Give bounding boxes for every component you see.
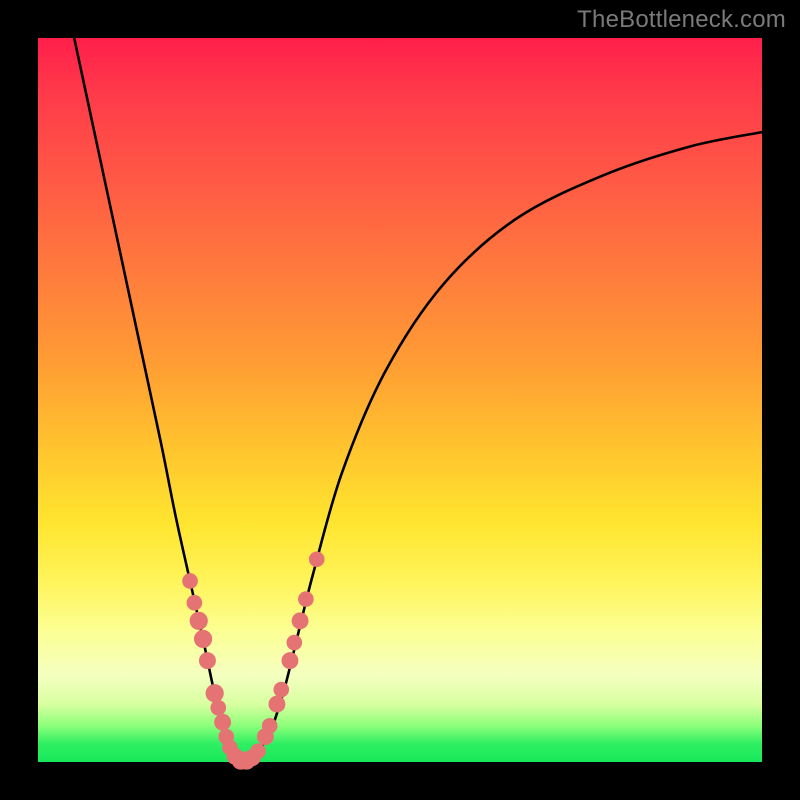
highlight-dot bbox=[210, 700, 226, 716]
highlight-dot bbox=[286, 635, 302, 651]
watermark-text: TheBottleneck.com bbox=[577, 6, 786, 34]
highlight-dot bbox=[281, 652, 298, 669]
highlight-dot bbox=[187, 595, 203, 611]
highlight-dot bbox=[262, 718, 278, 734]
highlight-dot bbox=[250, 743, 266, 759]
plot-area bbox=[38, 38, 762, 762]
highlight-dot bbox=[298, 591, 314, 607]
highlight-dot bbox=[182, 573, 198, 589]
highlight-dot bbox=[268, 696, 285, 713]
highlight-dot bbox=[199, 652, 216, 669]
bottleneck-curve bbox=[74, 38, 762, 763]
highlight-dot bbox=[273, 682, 289, 698]
highlight-dot bbox=[309, 551, 325, 567]
highlight-dot bbox=[214, 714, 231, 731]
highlight-dot bbox=[292, 612, 309, 629]
highlight-dots bbox=[182, 551, 324, 769]
highlight-dot bbox=[194, 630, 212, 648]
chart-svg bbox=[38, 38, 762, 762]
highlight-dot bbox=[206, 684, 224, 702]
highlight-dot bbox=[190, 612, 208, 630]
chart-frame: TheBottleneck.com bbox=[0, 0, 800, 800]
